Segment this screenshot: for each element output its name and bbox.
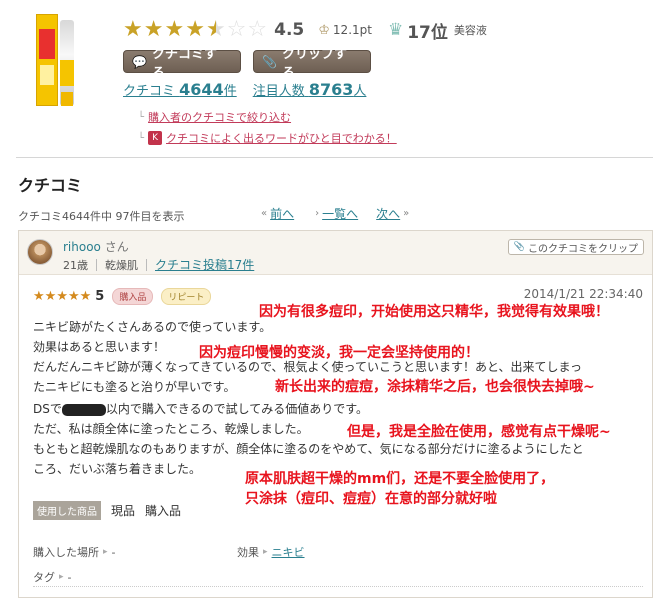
keyword-icon: K [148,131,163,145]
double-chevron-right-icon: » [403,208,410,219]
star-icon: ★ [185,17,205,42]
review-line: DSで 以内で購入できるので試してみる価値ありです。 [33,402,369,416]
rank-category[interactable]: 美容液 [454,22,487,38]
user-name-link[interactable]: rihooo [63,240,101,254]
rating-stars: ★ ★ ★ ★ ★ ☆ ☆ [123,19,268,41]
review-header: rihooo さん 21歳 乾燥肌 クチコミ投稿17件 📎 このクチコミをクリッ… [19,231,652,275]
prev-link[interactable]: 前へ [270,205,294,222]
user-meta: 21歳 乾燥肌 クチコミ投稿17件 [63,256,254,273]
action-buttons: 💬 クチコミする 📎 クリップする [123,47,383,81]
purchase-place-value: - [111,545,116,559]
star-icon: ★ [164,17,185,42]
annotation-text: 只涂抹（痘印、痘痘）在意的部分就好啦 [245,491,497,507]
keyword-link[interactable]: クチコミによく出るワードがひと目でわかる！ [166,130,397,146]
star-icon: ★ [67,288,80,304]
chevron-right-icon: ▸ [103,547,108,557]
annotation-text: 原本肌肤超干燥的mm们，还是不要全脸使用了， [245,471,555,487]
double-chevron-left-icon: « [261,208,268,219]
star-icon: ★ [143,17,164,42]
product-box [36,14,58,106]
annotation-text: 因为痘印慢慢的变淡，我一定会坚持使用的！ [199,345,479,361]
list-link[interactable]: 一覧へ [322,205,358,222]
review-rating: ★ ★ ★ ★ ★ 5 購入品 リピート [33,287,212,305]
tree-branch-icon: └ [138,111,145,123]
used-product-value: 購入品 [145,504,182,518]
star-icon: ★ [44,288,57,304]
chevron-right-icon: ▸ [263,547,268,557]
paperclip-icon: 📎 [262,54,277,69]
review-score: 5 [95,288,105,304]
user-skin-type: 乾燥肌 [105,258,138,272]
clip-button[interactable]: 📎 クリップする [253,47,371,81]
section-divider [16,157,653,158]
used-product-value: 現品 [111,504,136,518]
tag-row: タグ ▸ - [33,570,72,585]
review-line: 効果はあると思います！ [33,340,166,354]
half-star-icon: ★ [205,17,226,42]
keyword-row: └ K クチコミによく出るワードがひと目でわかる！ [138,130,397,146]
section-title: クチコミ [18,176,83,195]
star-icon: ★ [56,288,68,304]
pager-info: クチコミ4644件中 97件目を表示 [18,210,185,223]
tree-branch-icon: └ [138,132,145,144]
review-line: ころ、だいぶ落ち着きました。 [33,462,202,476]
review-date: 2014/1/21 22:34:40 [523,287,643,301]
next-link[interactable]: 次へ [376,205,400,222]
rank-value: 17位 [407,22,448,43]
kuchikomi-button[interactable]: 💬 クチコミする [123,47,241,81]
review-line: ニキビ跡がたくさんあるので使っています。 [33,320,272,334]
user-name: rihooo さん [63,240,129,254]
used-product-label: 使用した商品 [33,501,101,520]
purchase-badge: 購入品 [112,287,154,305]
review-line: もともと超乾燥肌なのもありますが、顔全体に塗るのをやめて、気になる部分だけに塗る… [33,442,584,456]
effect-link[interactable]: ニキビ [272,544,305,560]
points-value: 12.1pt [332,23,372,37]
annotation-text: 但是，我是全脸在使用，感觉有点干燥呢~ [347,424,611,440]
effect-row: 効果 ▸ ニキビ [237,544,305,560]
clip-review-button[interactable]: 📎 このクチコミをクリップ [507,239,644,255]
repeat-badge: リピート [161,287,212,305]
count-row: クチコミ 4644件 注目人数 8763人 [123,80,366,99]
star-icon: ★ [123,17,143,42]
tag-value: - [67,570,72,584]
rating-score: 4.5 [274,20,305,40]
user-age: 21歳 [63,258,88,272]
review-line: ただ、私は顔全体に塗ったところ、乾燥しました。 [33,422,309,436]
rating-row: ★ ★ ★ ★ ★ ☆ ☆ 4.5 ♔ 12.1pt ♛ 17位 美容液 [123,18,487,43]
attention-count-link[interactable]: 注目人数 8763人 [253,80,367,99]
review-card: rihooo さん 21歳 乾燥肌 クチコミ投稿17件 📎 このクチコミをクリッ… [18,230,653,598]
crown-icon: ♛ [387,20,404,40]
product-image[interactable] [36,14,104,110]
footer-divider [33,586,643,587]
avatar[interactable] [27,239,53,265]
pager: « 前へ › 一覧へ 次へ » [258,205,412,222]
product-tube [60,20,74,106]
filter-buyers-link[interactable]: 購入者のクチコミで絞り込む [148,109,291,125]
points-icon: ♔ [318,22,330,38]
chevron-right-icon: › [315,208,320,219]
chevron-right-icon: ▸ [59,572,64,582]
annotation-text: 因为有很多痘印，开始使用这只精华，我觉得有效果哦！ [259,304,609,320]
kuchikomi-count-link[interactable]: クチコミ 4644件 [123,80,237,99]
user-posts-link[interactable]: クチコミ投稿17件 [155,256,254,273]
purchase-place-row: 購入した場所 ▸ - [33,545,116,560]
empty-star-icon: ☆ [247,17,268,42]
used-product-row: 使用した商品 現品 購入品 [33,501,191,520]
redaction-mark [61,403,106,416]
paperclip-icon: 📎 [513,242,525,252]
annotation-text: 新长出来的痘痘，涂抹精华之后，也会很快去掉哦~ [275,379,595,395]
review-line: たニキビにも塗ると治りが早いです。 [33,380,236,394]
filter-buyers-row: └ 購入者のクチコミで絞り込む [138,109,291,125]
empty-star-icon: ☆ [226,17,247,42]
star-icon: ★ [33,288,45,304]
speech-bubble-icon: 💬 [132,54,147,69]
star-icon: ★ [79,288,92,304]
